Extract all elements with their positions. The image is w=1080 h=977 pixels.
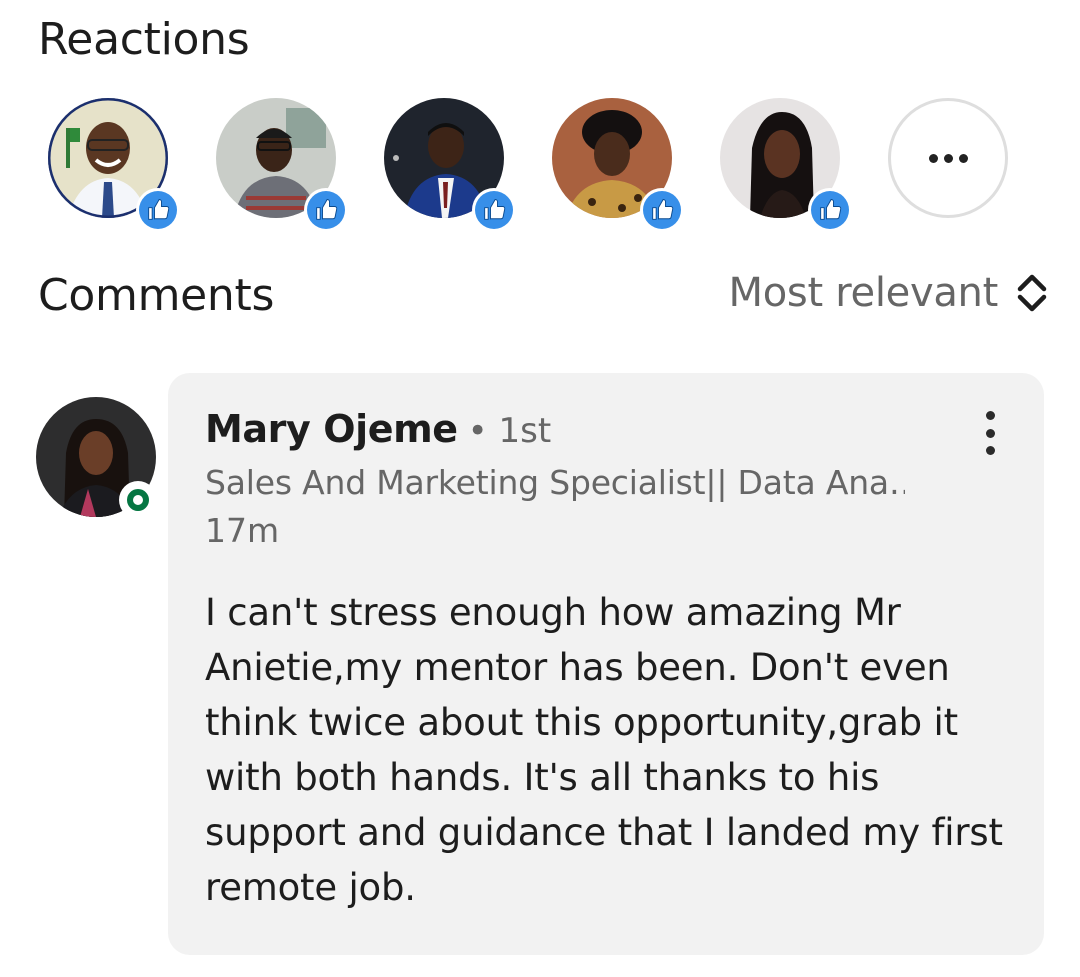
like-reaction-icon xyxy=(640,188,684,232)
comment-header: Mary Ojeme • 1st xyxy=(205,407,551,451)
like-reaction-icon xyxy=(304,188,348,232)
reactions-heading: Reactions xyxy=(38,14,250,65)
reactor-avatar-1[interactable] xyxy=(48,98,180,232)
author-headline: Sales And Marketing Specialist|| Data An… xyxy=(205,463,905,502)
comments-heading: Comments xyxy=(38,270,275,321)
comment-author-name[interactable]: Mary Ojeme xyxy=(205,407,458,451)
sort-label: Most relevant xyxy=(728,270,999,316)
more-reactions-button[interactable] xyxy=(888,98,1008,218)
sort-updown-icon xyxy=(1014,270,1050,316)
like-reaction-icon xyxy=(136,188,180,232)
comment-card: Mary Ojeme • 1st Sales And Marketing Spe… xyxy=(168,373,1044,955)
reactor-avatar-2[interactable] xyxy=(216,98,348,232)
comment-more-menu-button[interactable] xyxy=(978,411,1002,455)
comment-text: I can't stress enough how amazing Mr Ani… xyxy=(205,591,1003,909)
connection-degree: • 1st xyxy=(467,411,552,451)
more-horizontal-icon xyxy=(928,153,968,163)
online-status-indicator xyxy=(119,481,157,519)
reactor-avatar-5[interactable] xyxy=(720,98,852,232)
reactor-avatar-3[interactable] xyxy=(384,98,516,232)
reactor-avatar-4[interactable] xyxy=(552,98,684,232)
comment-timestamp: 17m xyxy=(205,511,280,550)
commenter-avatar[interactable] xyxy=(36,397,157,519)
sort-comments-dropdown[interactable]: Most relevant xyxy=(729,270,1050,316)
like-reaction-icon xyxy=(472,188,516,232)
more-vertical-icon xyxy=(985,411,995,420)
like-reaction-icon xyxy=(808,188,852,232)
